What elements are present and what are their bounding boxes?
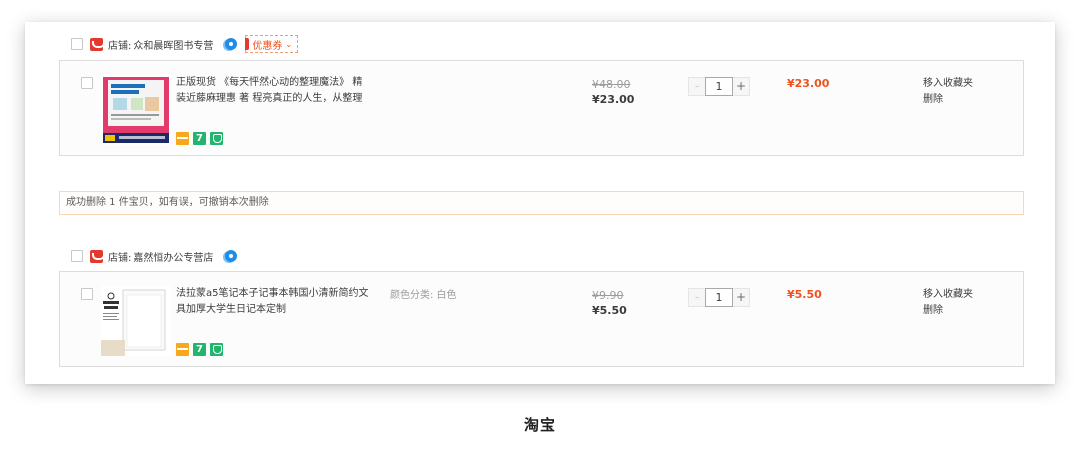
shop-name-link[interactable]: 嘉然恒办公专营店 <box>133 249 213 264</box>
shop-name-link[interactable]: 众和晨晖图书专营 <box>133 37 213 52</box>
current-price: ¥5.50 <box>592 304 627 317</box>
item-subtotal: ¥5.50 <box>787 288 822 301</box>
increase-quantity-button[interactable]: + <box>733 77 750 96</box>
shop-header-2: 店铺: 嘉然恒办公专营店 <box>71 248 238 264</box>
guarantee-shield-icon[interactable] <box>210 132 223 145</box>
coupon-label: 优惠券 <box>252 40 283 52</box>
shop-label: 店铺: <box>108 252 132 264</box>
delete-link[interactable]: 删除 <box>923 92 973 108</box>
card-payment-icon[interactable] <box>176 343 189 356</box>
quantity-input[interactable]: 1 <box>705 288 733 307</box>
unit-price: ¥9.90 ¥5.50 <box>592 288 627 318</box>
wangwang-chat-icon[interactable] <box>225 38 238 50</box>
item-select-checkbox[interactable] <box>81 288 93 300</box>
item-actions: 移入收藏夹 删除 <box>923 76 973 108</box>
seven-day-return-icon[interactable]: 7 <box>193 132 206 145</box>
delete-undo-notice[interactable]: 成功删除 1 件宝贝，如有误，可撤销本次删除 <box>59 191 1024 215</box>
cart-item-1: 正版现货 《每天怦然心动的整理魔法》 精装近藤麻理惠 著 程亮真正的人生，从整理… <box>59 60 1024 156</box>
caption: 淘宝 <box>523 416 556 434</box>
item-title-link[interactable]: 法拉蒙a5笔记本子记事本韩国小清新简约文具加厚大学生日记本定制 <box>176 286 371 318</box>
move-to-favorites-link[interactable]: 移入收藏夹 <box>923 76 973 92</box>
seven-day-return-icon[interactable]: 7 <box>193 343 206 356</box>
unit-price: ¥48.00 ¥23.00 <box>592 77 634 107</box>
move-to-favorites-link[interactable]: 移入收藏夹 <box>923 287 973 303</box>
product-thumbnail-notebook[interactable] <box>101 286 171 356</box>
item-select-checkbox[interactable] <box>81 77 93 89</box>
delete-link[interactable]: 删除 <box>923 303 973 319</box>
quantity-stepper: - 1 + <box>688 288 750 307</box>
cart-panel: 店铺: 众和晨晖图书专营 优惠券 ⌄ 正版现货 《每天怦然心动的整理魔法》 精装… <box>25 22 1055 384</box>
tmall-shop-icon <box>90 249 105 263</box>
item-title-link[interactable]: 正版现货 《每天怦然心动的整理魔法》 精装近藤麻理惠 著 程亮真正的人生，从整理 <box>176 75 371 107</box>
card-payment-icon[interactable] <box>176 132 189 145</box>
tmall-shop-icon <box>90 37 105 51</box>
shop-label: 店铺: <box>108 40 132 52</box>
shop-select-checkbox[interactable] <box>71 250 83 262</box>
item-subtotal: ¥23.00 <box>787 77 830 90</box>
coupon-dropdown[interactable]: 优惠券 ⌄ <box>245 35 299 53</box>
increase-quantity-button[interactable]: + <box>733 288 750 307</box>
item-actions: 移入收藏夹 删除 <box>923 287 973 319</box>
current-price: ¥23.00 <box>592 93 635 106</box>
guarantee-shield-icon[interactable] <box>210 343 223 356</box>
service-badges: 7 <box>176 132 223 145</box>
service-badges: 7 <box>176 343 223 356</box>
original-price: ¥48.00 <box>592 78 631 91</box>
chevron-down-icon: ⌄ <box>285 39 293 49</box>
original-price: ¥9.90 <box>592 289 624 302</box>
quantity-input[interactable]: 1 <box>705 77 733 96</box>
item-sku: 颜色分类: 白色 <box>390 290 457 301</box>
product-thumbnail-book[interactable] <box>101 75 171 145</box>
decrease-quantity-button[interactable]: - <box>688 288 705 307</box>
decrease-quantity-button[interactable]: - <box>688 77 705 96</box>
shop-header-1: 店铺: 众和晨晖图书专营 优惠券 ⌄ <box>71 35 299 53</box>
wangwang-chat-icon[interactable] <box>225 250 238 262</box>
shop-select-checkbox[interactable] <box>71 38 83 50</box>
cart-item-2: 法拉蒙a5笔记本子记事本韩国小清新简约文具加厚大学生日记本定制 颜色分类: 白色… <box>59 271 1024 367</box>
quantity-stepper: - 1 + <box>688 77 750 96</box>
